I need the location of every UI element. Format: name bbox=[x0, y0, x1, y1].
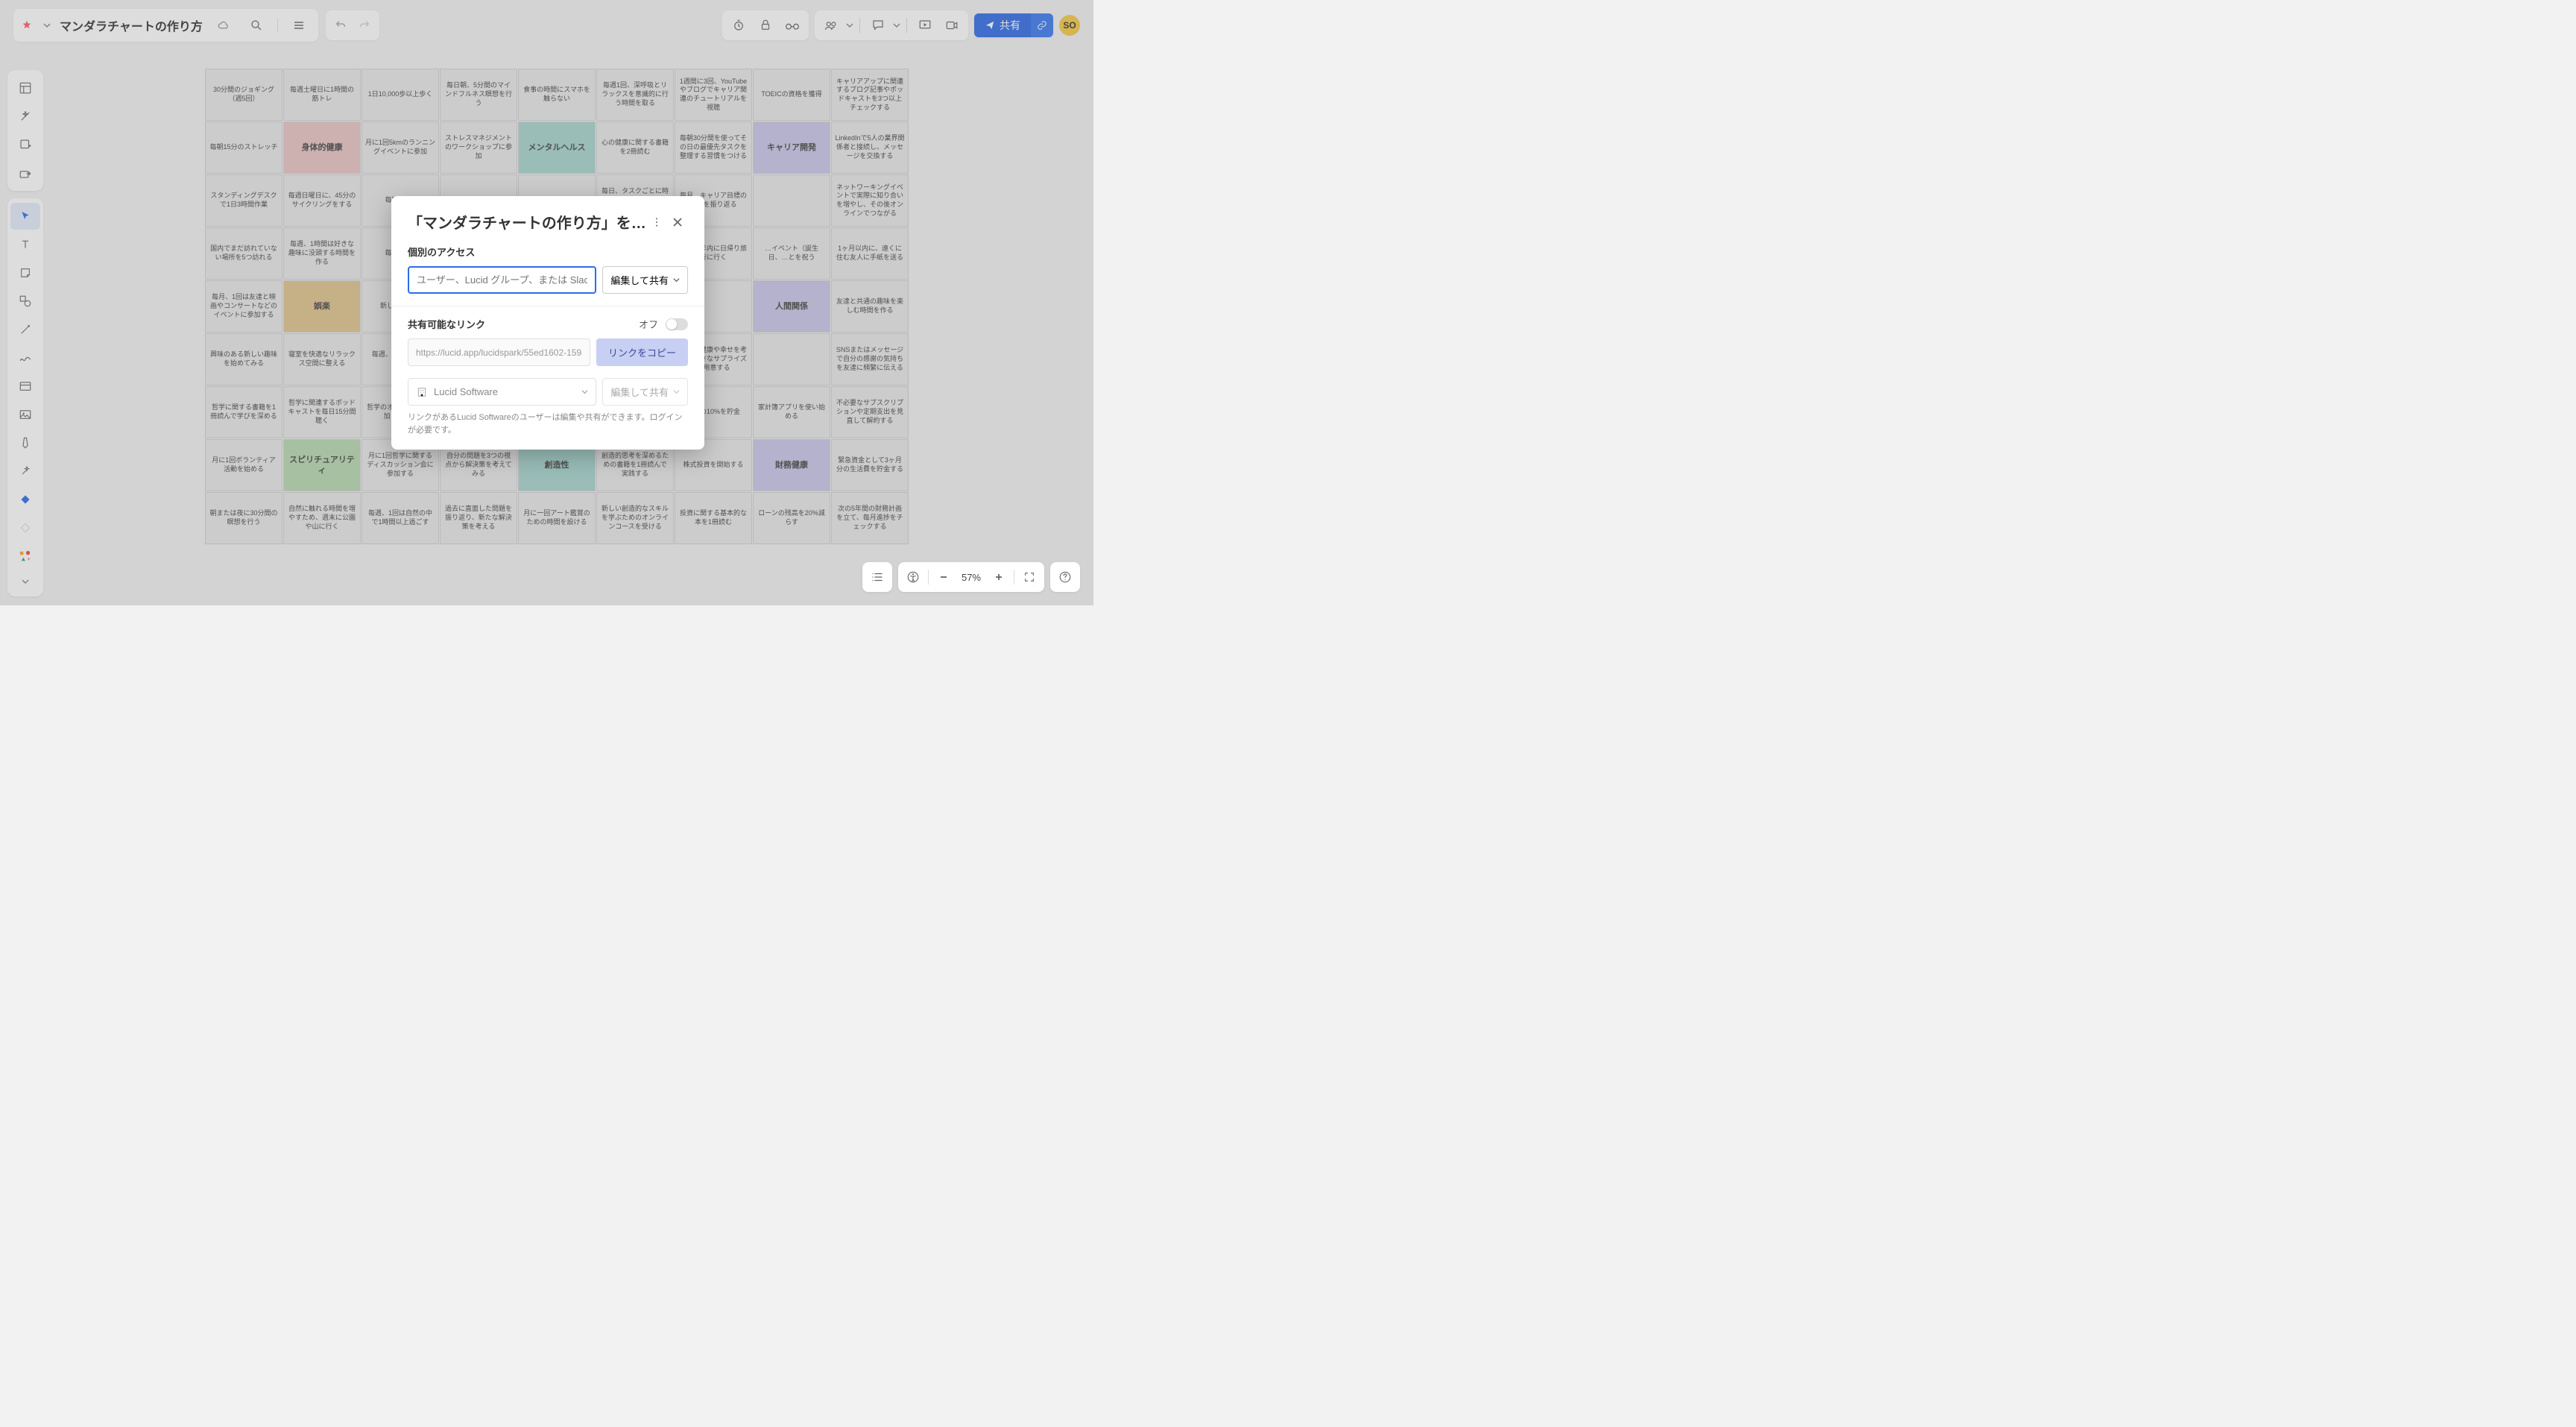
zoom-in-icon[interactable] bbox=[987, 565, 1011, 589]
individual-access-heading: 個別のアクセス bbox=[408, 245, 688, 259]
list-icon[interactable] bbox=[865, 565, 889, 589]
close-icon[interactable] bbox=[667, 212, 688, 233]
link-toggle[interactable] bbox=[666, 318, 688, 330]
accessibility-icon[interactable] bbox=[901, 565, 925, 589]
copy-link-button[interactable]: リンクをコピー bbox=[596, 338, 688, 366]
link-toggle-label: オフ bbox=[639, 317, 658, 331]
dialog-more-icon[interactable] bbox=[646, 212, 667, 233]
zoom-level[interactable]: 57% bbox=[956, 572, 987, 583]
fullscreen-icon[interactable] bbox=[1017, 565, 1041, 589]
user-input[interactable] bbox=[408, 266, 596, 294]
help-icon[interactable] bbox=[1053, 565, 1077, 589]
org-select[interactable]: Lucid Software bbox=[408, 378, 596, 406]
link-hint: リンクがあるLucid Softwareのユーザーは編集や共有ができます。ログイ… bbox=[408, 412, 688, 436]
zoom-out-icon[interactable] bbox=[932, 565, 956, 589]
dialog-title: 「マンダラチャートの作り方」を… bbox=[408, 211, 646, 233]
shareable-link-heading: 共有可能なリンク bbox=[408, 317, 485, 331]
permission-select-2[interactable]: 編集して共有 bbox=[602, 378, 688, 406]
share-dialog: 「マンダラチャートの作り方」を… 個別のアクセス 編集して共有 共有可能なリンク… bbox=[391, 196, 704, 450]
link-field[interactable] bbox=[408, 338, 590, 366]
permission-select[interactable]: 編集して共有 bbox=[602, 266, 688, 294]
